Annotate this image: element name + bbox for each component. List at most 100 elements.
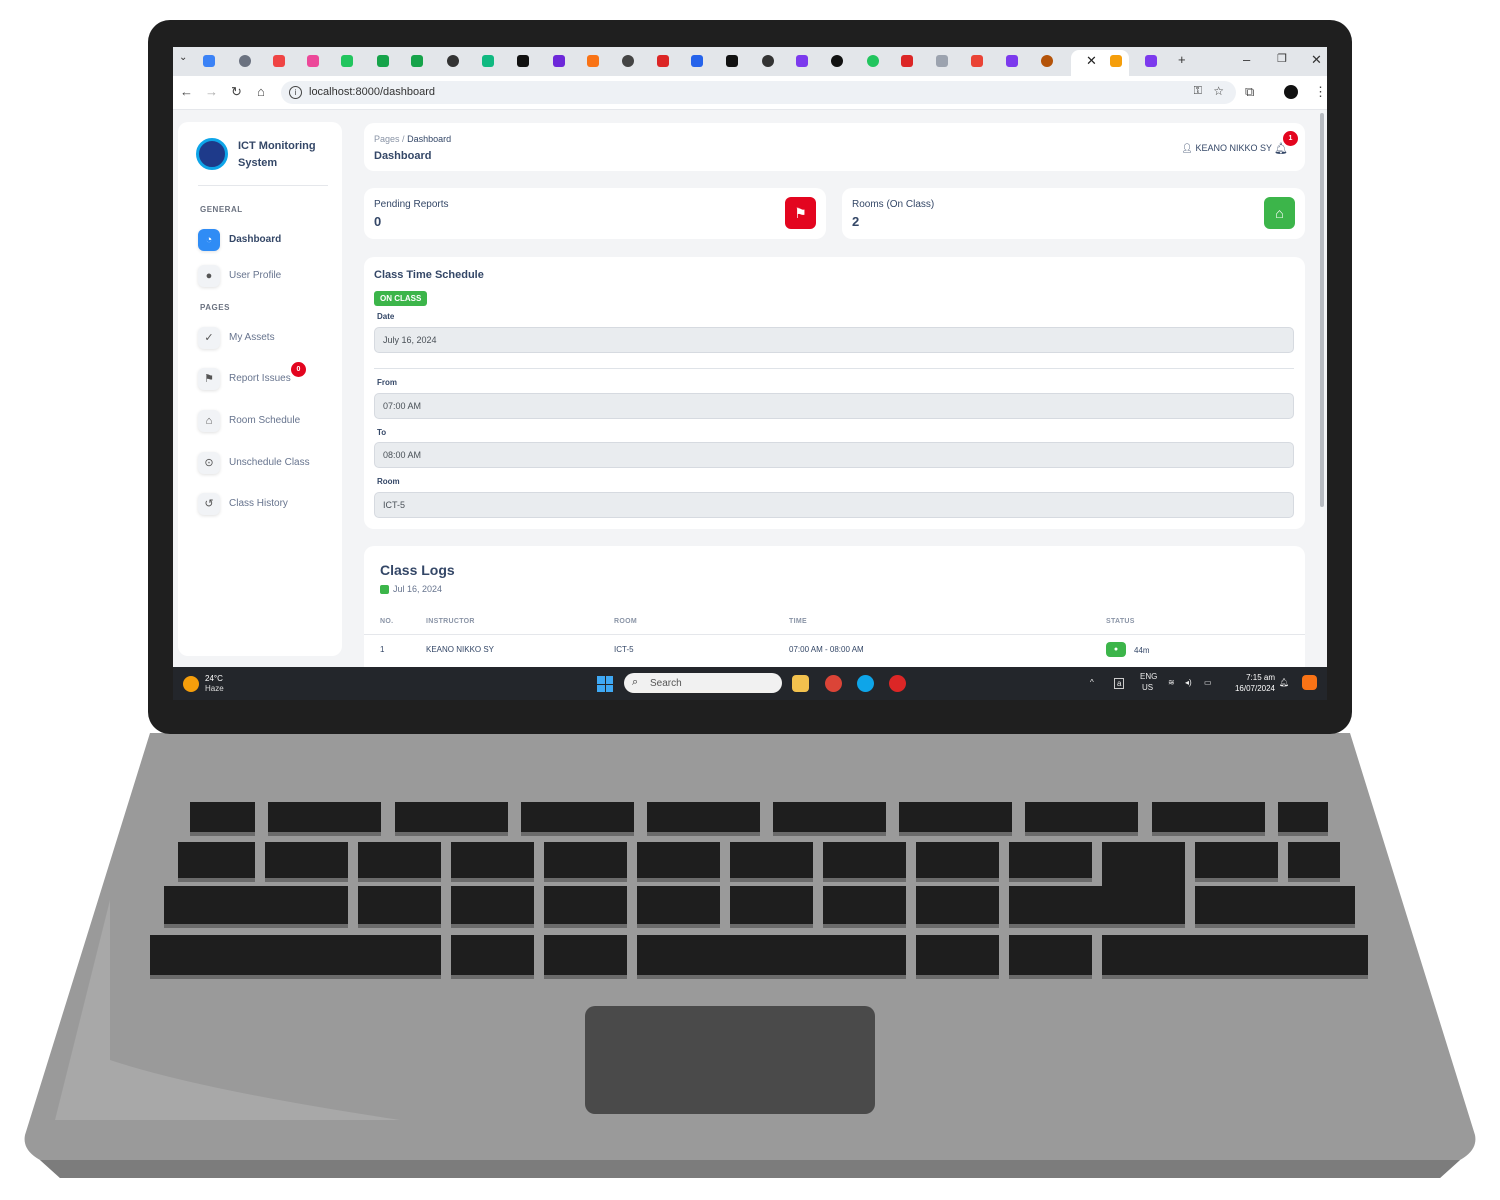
- house-icon: ⌂: [1264, 197, 1295, 229]
- tab-favicon-icon[interactable]: [341, 55, 353, 67]
- class-logs-card: Class Logs Jul 16, 2024 NO. INSTRUCTOR R…: [364, 546, 1305, 676]
- tab-favicon-icon[interactable]: [622, 55, 634, 67]
- lang-top[interactable]: ENG: [1140, 672, 1157, 681]
- volume-icon[interactable]: ◂): [1185, 678, 1192, 687]
- clock-time[interactable]: 7:15 am: [1235, 673, 1275, 682]
- tab-favicon-icon[interactable]: [273, 55, 285, 67]
- browser-toolbar: ← → ↻ ⌂ i localhost:8000/dashboard ⚿ ☆ ⧉…: [173, 76, 1327, 110]
- tab-favicon-icon[interactable]: [447, 55, 459, 67]
- keyboard-key: [164, 886, 348, 924]
- tab-favicon-icon[interactable]: [691, 55, 703, 67]
- tab-favicon-icon[interactable]: [377, 55, 389, 67]
- tab-favicon-icon[interactable]: [239, 55, 251, 67]
- taskbar-search[interactable]: ⌕ Search: [624, 673, 782, 693]
- sidebar-item-user-profile[interactable]: ● User Profile: [198, 265, 338, 289]
- tab-favicon-icon[interactable]: [867, 55, 879, 67]
- keyboard-key: [190, 802, 255, 832]
- tab-favicon-icon[interactable]: [1006, 55, 1018, 67]
- enter-key: [1102, 842, 1185, 924]
- sidebar-item-class-history[interactable]: ↺ Class History: [198, 493, 338, 517]
- wifi-icon[interactable]: ≋: [1168, 678, 1175, 687]
- date-field[interactable]: July 16, 2024: [374, 327, 1294, 353]
- table-divider: [364, 634, 1305, 635]
- keyboard-key: [358, 842, 441, 878]
- close-window-icon[interactable]: ✕: [1311, 52, 1322, 68]
- tab-favicon-icon[interactable]: [553, 55, 565, 67]
- weather-sun-icon[interactable]: [183, 676, 199, 692]
- status-badge: ON CLASS: [374, 291, 428, 306]
- tab-favicon-icon[interactable]: [971, 55, 983, 67]
- extensions-icon[interactable]: ⧉: [1245, 84, 1254, 100]
- class-logs-date: Jul 16, 2024: [393, 584, 443, 594]
- file-explorer-icon[interactable]: [792, 675, 809, 692]
- site-info-icon[interactable]: i: [289, 86, 302, 99]
- bookmark-star-icon[interactable]: ☆: [1213, 84, 1224, 98]
- tab-search-icon[interactable]: ⌄: [179, 52, 187, 63]
- to-value: 08:00 AM: [383, 450, 422, 460]
- user-name: KEANO NIKKO SY: [1195, 143, 1272, 153]
- tab-favicon-icon[interactable]: [1110, 55, 1122, 67]
- user-menu[interactable]: 👤︎ KEANO NIKKO SY: [1182, 143, 1272, 154]
- tab-favicon-icon[interactable]: [796, 55, 808, 67]
- keyboard-icon[interactable]: a: [1114, 678, 1125, 689]
- eye-icon[interactable]: ●: [1106, 642, 1126, 657]
- report-issues-badge: 0: [291, 362, 306, 377]
- tab-favicon-icon[interactable]: [726, 55, 738, 67]
- copilot-icon[interactable]: [1302, 675, 1317, 690]
- tab-favicon-icon[interactable]: [762, 55, 774, 67]
- sidebar-item-dashboard[interactable]: ◔ Dashboard: [198, 229, 338, 253]
- keyboard-key: [521, 802, 634, 832]
- class-logs-title: Class Logs: [380, 562, 455, 578]
- wps-icon[interactable]: [889, 675, 906, 692]
- tab-favicon-icon[interactable]: [831, 55, 843, 67]
- new-tab-icon[interactable]: +: [1178, 52, 1186, 67]
- tab-favicon-icon[interactable]: [587, 55, 599, 67]
- profile-avatar[interactable]: [1284, 85, 1298, 99]
- cell-status: 44m: [1134, 646, 1150, 655]
- to-field[interactable]: 08:00 AM: [374, 442, 1294, 468]
- page-scrollbar[interactable]: [1320, 113, 1324, 507]
- forward-icon[interactable]: →: [205, 84, 218, 99]
- column-header-room: ROOM: [614, 618, 637, 625]
- home-icon[interactable]: ⌂: [257, 84, 265, 99]
- keyboard-key: [395, 802, 508, 832]
- sidebar-item-report-issues[interactable]: ⚑ Report Issues 0: [198, 362, 338, 392]
- sidebar-item-room-schedule[interactable]: ⌂ Room Schedule: [198, 410, 338, 434]
- tab-favicon-icon[interactable]: [901, 55, 913, 67]
- close-tab-icon[interactable]: ✕: [1086, 53, 1097, 69]
- battery-icon[interactable]: ▭: [1204, 678, 1212, 687]
- room-field[interactable]: ICT-5: [374, 492, 1294, 518]
- minimize-icon[interactable]: –: [1243, 52, 1250, 67]
- password-key-icon[interactable]: ⚿: [1194, 85, 1202, 98]
- browser-menu-icon[interactable]: ⋮: [1314, 84, 1327, 100]
- sidebar-item-label: Dashboard: [229, 234, 282, 245]
- tab-favicon-icon[interactable]: [1041, 55, 1053, 67]
- notification-bell-icon[interactable]: 🔔︎: [1279, 678, 1289, 687]
- tray-chevron-icon[interactable]: ^: [1090, 678, 1094, 687]
- address-bar[interactable]: i localhost:8000/dashboard ⚿ ☆: [281, 81, 1236, 104]
- keyboard-key: [637, 842, 720, 878]
- tab-favicon-icon[interactable]: [936, 55, 948, 67]
- start-button[interactable]: [597, 676, 613, 692]
- restore-icon[interactable]: ❐: [1277, 52, 1287, 65]
- edge-icon[interactable]: [857, 675, 874, 692]
- tab-favicon-icon[interactable]: [517, 55, 529, 67]
- tab-favicon-icon[interactable]: [482, 55, 494, 67]
- tab-favicon-icon[interactable]: [1145, 55, 1157, 67]
- keyboard-key: [150, 935, 441, 975]
- sidebar-item-unschedule-class[interactable]: ⊙ Unschedule Class: [198, 452, 338, 476]
- weather-temp: 24°C: [205, 674, 223, 683]
- sidebar-item-my-assets[interactable]: ✓ My Assets: [198, 327, 338, 351]
- reload-icon[interactable]: ↻: [231, 84, 242, 100]
- tab-favicon-icon[interactable]: [657, 55, 669, 67]
- breadcrumb-root[interactable]: Pages: [374, 134, 400, 144]
- breadcrumb: Pages / Dashboard: [374, 134, 451, 144]
- from-field[interactable]: 07:00 AM: [374, 393, 1294, 419]
- room-value: ICT-5: [383, 500, 406, 510]
- keyboard-key: [544, 842, 627, 878]
- back-icon[interactable]: ←: [180, 84, 193, 99]
- tab-favicon-icon[interactable]: [307, 55, 319, 67]
- tab-favicon-icon[interactable]: [411, 55, 423, 67]
- chrome-icon[interactable]: [825, 675, 842, 692]
- tab-favicon-icon[interactable]: [203, 55, 215, 67]
